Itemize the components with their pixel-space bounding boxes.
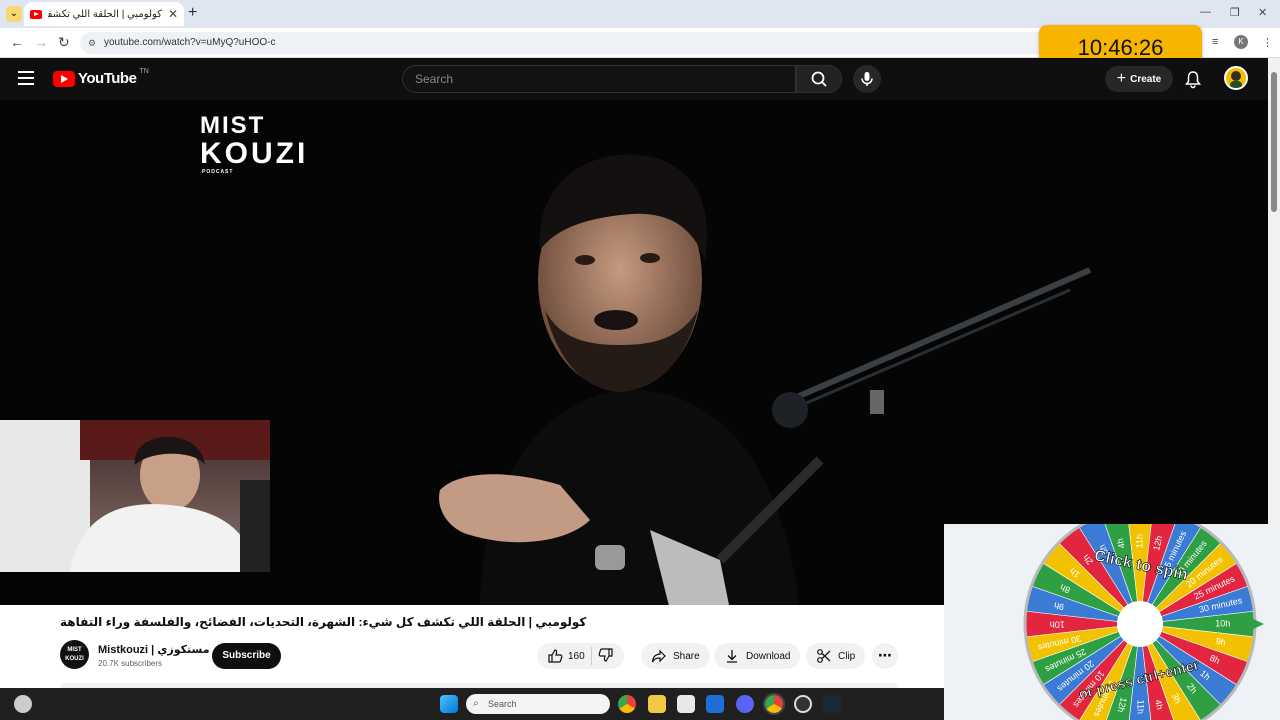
youtube-logo[interactable]: YouTube TN bbox=[53, 68, 149, 87]
download-button[interactable]: Download bbox=[714, 643, 801, 669]
video-details: كولومبي | الحلقة اللي تكشف كل شيء: الشهر… bbox=[0, 605, 944, 689]
youtube-play-icon bbox=[53, 70, 75, 87]
channel-avatar[interactable]: MIST KOUZI bbox=[60, 640, 89, 669]
tab-title: كولومبي | الحلقة اللي تكشف كل شيء bbox=[48, 8, 162, 20]
download-label: Download bbox=[746, 650, 791, 662]
minimize-icon[interactable]: — bbox=[1200, 6, 1211, 18]
like-count: 160 bbox=[568, 650, 585, 662]
taskbar-search-icon: ⌕ bbox=[473, 698, 479, 709]
back-icon[interactable]: ← bbox=[10, 34, 24, 50]
channel-avatar-line1: MIST bbox=[67, 647, 82, 653]
microphone-icon bbox=[861, 72, 873, 86]
thumbs-down-icon bbox=[598, 647, 613, 662]
youtube-country-badge: TN bbox=[139, 68, 149, 75]
wheel-slice-label: 10h bbox=[1215, 618, 1230, 628]
clip-label: Clip bbox=[838, 650, 856, 662]
youtube-favicon-icon bbox=[30, 9, 42, 19]
create-button[interactable]: + Create bbox=[1105, 66, 1173, 92]
youtube-logo-text: YouTube bbox=[78, 70, 137, 87]
watermark-line1: MIST bbox=[200, 112, 266, 139]
taskbar-search-label: Search bbox=[488, 699, 517, 709]
wheel-slice-label: 10h bbox=[1050, 620, 1065, 630]
share-button[interactable]: Share bbox=[641, 643, 710, 669]
like-button[interactable]: 160 bbox=[547, 648, 585, 664]
search-input[interactable]: Search bbox=[402, 65, 796, 93]
discord-icon[interactable] bbox=[736, 695, 754, 713]
channel-watermark: MIST KOUZI PODCAST bbox=[200, 112, 308, 176]
tab-search-icon[interactable]: ⌄ bbox=[6, 6, 22, 22]
taskbar-search[interactable]: ⌕ Search bbox=[466, 694, 610, 714]
obs-icon[interactable] bbox=[794, 695, 812, 713]
chrome-icon[interactable] bbox=[618, 695, 636, 713]
share-icon bbox=[651, 649, 666, 663]
dislike-button[interactable] bbox=[598, 647, 614, 666]
download-icon bbox=[727, 650, 737, 663]
bell-icon bbox=[1184, 71, 1202, 89]
thumbs-up-icon bbox=[548, 649, 563, 663]
share-label: Share bbox=[673, 650, 700, 662]
menu-icon[interactable] bbox=[18, 71, 34, 89]
youtube-header: YouTube TN Search + Create bbox=[0, 58, 1268, 100]
wheel-center[interactable] bbox=[1117, 601, 1163, 647]
file-explorer-icon[interactable] bbox=[648, 695, 666, 713]
window-close-icon[interactable]: ✕ bbox=[1258, 6, 1267, 19]
address-bar[interactable]: ⚙ youtube.com/watch?v=uMyQ?uHOO-c bbox=[80, 32, 1060, 54]
webcam-overlay bbox=[0, 420, 270, 572]
chrome-active-icon[interactable] bbox=[763, 693, 785, 715]
spin-wheel[interactable]: 10h9h8h1h2h3h4h11h12h5 minutes10 minutes… bbox=[944, 524, 1280, 720]
store-icon[interactable] bbox=[677, 695, 695, 713]
subscriber-count: 20.7K subscribers bbox=[98, 659, 163, 668]
more-actions-button[interactable]: ⋯ bbox=[872, 643, 898, 669]
weather-icon[interactable] bbox=[14, 695, 32, 713]
like-dislike-group: 160 bbox=[537, 643, 624, 669]
mic-arm bbox=[772, 267, 1092, 428]
site-info-icon[interactable]: ⚙ bbox=[88, 32, 96, 54]
plus-icon: + bbox=[1116, 70, 1127, 87]
like-divider bbox=[590, 647, 592, 665]
clip-button[interactable]: Clip bbox=[806, 643, 866, 669]
forward-icon[interactable]: → bbox=[34, 34, 48, 50]
search-icon bbox=[811, 71, 827, 87]
steam-icon[interactable] bbox=[823, 695, 841, 713]
tab-close-icon[interactable]: ✕ bbox=[168, 7, 178, 21]
video-title: كولومبي | الحلقة اللي تكشف كل شيء: الشهر… bbox=[60, 615, 587, 629]
voice-search-button[interactable] bbox=[853, 65, 881, 93]
create-label: Create bbox=[1130, 73, 1162, 85]
new-tab-button[interactable]: + bbox=[188, 4, 197, 22]
browser-profile-avatar[interactable]: K bbox=[1234, 35, 1248, 49]
channel-avatar-line2: KOUZI bbox=[65, 656, 84, 662]
browser-menu-icon[interactable]: ⋮ bbox=[1262, 36, 1273, 49]
wheel-pointer-icon bbox=[1249, 617, 1264, 631]
reload-icon[interactable]: ↻ bbox=[58, 34, 70, 51]
maximize-icon[interactable]: ❐ bbox=[1230, 6, 1240, 19]
reading-list-icon[interactable]: ≡ bbox=[1212, 36, 1218, 48]
watermark-line2: KOUZI bbox=[200, 137, 309, 170]
search-button[interactable] bbox=[796, 65, 842, 93]
browser-tab-active[interactable]: كولومبي | الحلقة اللي تكشف كل شيء ✕ bbox=[24, 2, 184, 26]
notifications-button[interactable] bbox=[1183, 69, 1203, 94]
mail-icon[interactable] bbox=[706, 695, 724, 713]
channel-name[interactable]: Mistkouzi | مستكوزي bbox=[98, 643, 210, 656]
subscribe-button[interactable]: Subscribe bbox=[212, 643, 281, 669]
url-text: youtube.com/watch?v=uMyQ?uHOO-c bbox=[104, 37, 276, 48]
wheel-slice-label: 11h bbox=[1134, 534, 1144, 548]
start-windows-icon[interactable] bbox=[440, 695, 458, 713]
more-horizontal-icon: ⋯ bbox=[878, 647, 892, 663]
windows-taskbar: ⌕ Search bbox=[0, 688, 944, 720]
scissors-icon bbox=[817, 649, 831, 663]
account-avatar[interactable] bbox=[1224, 66, 1248, 90]
browser-tab-bar: ⌄ كولومبي | الحلقة اللي تكشف كل شيء ✕ + … bbox=[0, 0, 1280, 28]
wheel-slice-label: 11h bbox=[1136, 700, 1146, 714]
scrollbar-thumb[interactable] bbox=[1271, 72, 1277, 212]
spin-wheel-overlay[interactable]: 10h 9h 8h 1h 2h 3h 4h 11h 12h 5 minutes 10 minutes… bbox=[944, 524, 1280, 720]
